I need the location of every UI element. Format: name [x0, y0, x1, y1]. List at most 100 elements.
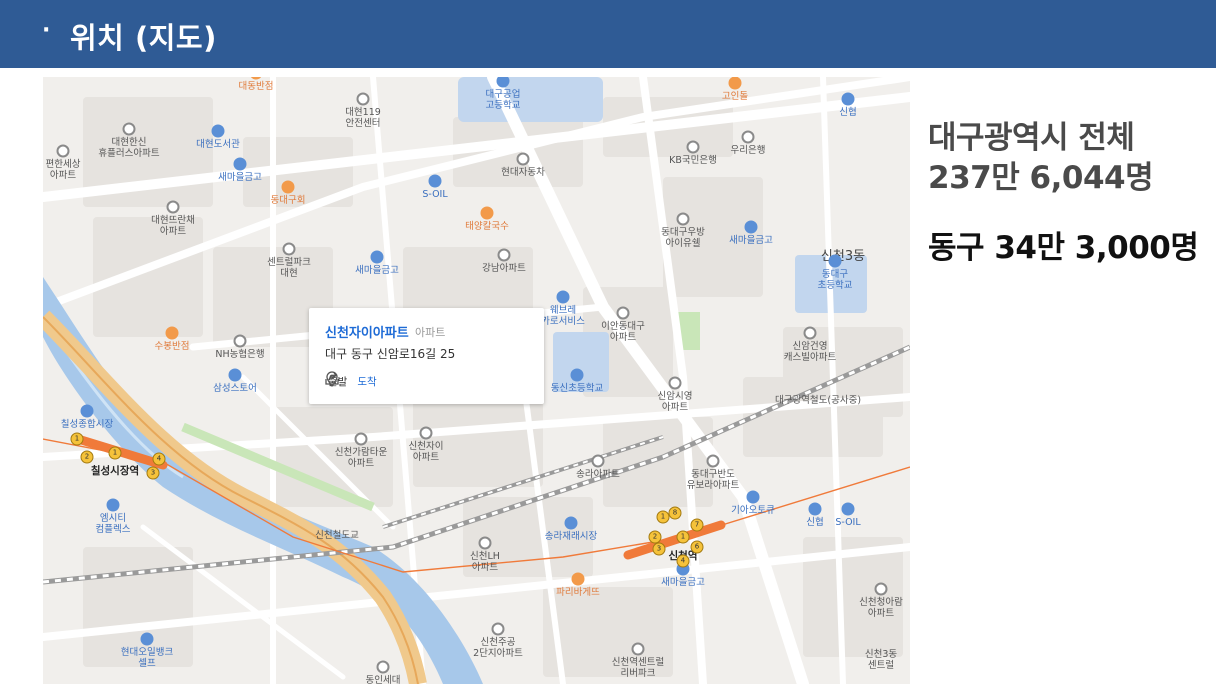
- map-label[interactable]: 대구공업 고등학교: [486, 89, 521, 111]
- map-label[interactable]: 수봉반점: [155, 341, 190, 352]
- car-service-icon[interactable]: [746, 490, 760, 504]
- map-label[interactable]: 신천철도교: [315, 530, 359, 541]
- map-label[interactable]: S-OIL: [835, 517, 860, 528]
- map-label[interactable]: 동대구우방 아이유쉘: [661, 227, 705, 249]
- apartment-icon[interactable]: [478, 536, 492, 550]
- station-exit-badge[interactable]: 7: [690, 518, 704, 532]
- apartment-icon[interactable]: [616, 306, 630, 320]
- bank-icon[interactable]: [744, 220, 758, 234]
- map-label[interactable]: 칠성시장역: [91, 466, 139, 477]
- map-label[interactable]: 신천주공 2단지아파트: [473, 637, 523, 659]
- map-label[interactable]: 태양칼국수: [465, 221, 509, 232]
- map-label[interactable]: 신천LH 아파트: [470, 551, 500, 573]
- map-label[interactable]: 신천3동 센트럴: [865, 649, 897, 671]
- map-label[interactable]: 새마을금고: [218, 172, 262, 183]
- apartment-icon[interactable]: [282, 242, 296, 256]
- map-label[interactable]: 파리바게뜨: [556, 587, 600, 598]
- map-label[interactable]: 센트럴파크 대현: [267, 257, 311, 279]
- school-icon[interactable]: [828, 254, 842, 268]
- place-info-popup[interactable]: 신천자이아파트 아파트 대구 동구 신암로16길 25 출발 도착: [309, 308, 544, 404]
- map-label[interactable]: 대구광역철도(공사중): [775, 395, 861, 406]
- map-label[interactable]: 현대자동차: [501, 167, 545, 178]
- apartment-icon[interactable]: [56, 144, 70, 158]
- map-label[interactable]: 신천자이 아파트: [409, 441, 444, 463]
- map-label[interactable]: NH농협은행: [215, 349, 264, 360]
- apartment-icon[interactable]: [803, 326, 817, 340]
- apartment-icon[interactable]: [354, 432, 368, 446]
- map-label[interactable]: 대동반점: [239, 81, 274, 92]
- place-name[interactable]: 신천자이아파트: [325, 322, 409, 341]
- arrive-button[interactable]: 도착: [352, 371, 381, 393]
- apartment-icon[interactable]: [676, 212, 690, 226]
- map-label[interactable]: 동대구 초등학교: [818, 269, 853, 291]
- apartment-icon[interactable]: [497, 248, 511, 262]
- map-pin-icon[interactable]: [326, 371, 436, 390]
- apartment-icon[interactable]: [376, 660, 390, 674]
- map-label[interactable]: 칠성종합시장: [61, 419, 113, 430]
- map-label[interactable]: 신천역센트럴 리버파크: [612, 657, 664, 679]
- apartment-icon[interactable]: [419, 426, 433, 440]
- bank-icon[interactable]: [808, 502, 822, 516]
- map-label[interactable]: 대현도서관: [196, 139, 240, 150]
- station-exit-badge[interactable]: 3: [146, 466, 160, 480]
- bank-icon[interactable]: [841, 92, 855, 106]
- restaurant-icon[interactable]: [480, 206, 494, 220]
- apartment-icon[interactable]: [874, 582, 888, 596]
- map-label[interactable]: 현대오일뱅크 셀프: [121, 647, 173, 669]
- map-label[interactable]: 동신초등학교: [551, 383, 603, 394]
- apartment-icon[interactable]: [631, 642, 645, 656]
- bank-icon[interactable]: [741, 130, 755, 144]
- gas-station-icon[interactable]: [140, 632, 154, 646]
- map-label[interactable]: 대현한신 휴플러스아파트: [98, 137, 159, 159]
- map-label[interactable]: 신천청아람 아파트: [859, 597, 903, 619]
- station-exit-badge[interactable]: 4: [676, 554, 690, 568]
- map-view[interactable]: 대동반점 대구공업 고등학교 고인돌 신협 대현119 안전센터 대현한신 휴플러스아파트 대현도…: [43, 77, 910, 684]
- share-icon[interactable]: [325, 372, 409, 390]
- map-label[interactable]: 동대구반도 유보라아파트: [687, 469, 739, 491]
- car-dealer-icon[interactable]: [516, 152, 530, 166]
- restaurant-icon[interactable]: [165, 326, 179, 340]
- station-exit-badge[interactable]: 1: [70, 432, 84, 446]
- map-label[interactable]: 새마을금고: [729, 235, 773, 246]
- bank-icon[interactable]: [233, 157, 247, 171]
- bank-icon[interactable]: [370, 250, 384, 264]
- station-exit-badge[interactable]: 3: [652, 542, 666, 556]
- station-exit-badge[interactable]: 4: [152, 452, 166, 466]
- map-label[interactable]: 웨브레 카로서비스: [541, 305, 585, 327]
- map-label[interactable]: 이안동대구 아파트: [601, 321, 645, 343]
- school-icon[interactable]: [570, 368, 584, 382]
- map-label[interactable]: 동대구회: [271, 195, 306, 206]
- bakery-icon[interactable]: [571, 572, 585, 586]
- station-exit-badge[interactable]: 8: [668, 506, 682, 520]
- apartment-icon[interactable]: [166, 200, 180, 214]
- bank-icon[interactable]: [233, 334, 247, 348]
- fire-station-icon[interactable]: [356, 92, 370, 106]
- restaurant-icon[interactable]: [728, 77, 742, 90]
- map-label[interactable]: 대현뜨란채 아파트: [151, 215, 195, 237]
- station-exit-badge[interactable]: 2: [80, 450, 94, 464]
- market-icon[interactable]: [564, 516, 578, 530]
- map-label[interactable]: 새마을금고: [661, 577, 705, 588]
- map-label[interactable]: 신천가람타운 아파트: [335, 447, 387, 469]
- map-label[interactable]: 송라아파트: [576, 469, 620, 480]
- map-label[interactable]: 엠시티 컴플렉스: [96, 513, 131, 535]
- station-exit-badge[interactable]: 1: [676, 530, 690, 544]
- bank-icon[interactable]: [686, 140, 700, 154]
- library-icon[interactable]: [211, 124, 225, 138]
- building-icon[interactable]: [106, 498, 120, 512]
- map-label[interactable]: 고인돌: [722, 91, 748, 102]
- map-label[interactable]: 대현119 안전센터: [345, 107, 381, 129]
- map-label[interactable]: 신암건영 캐스빌아파트: [784, 341, 836, 363]
- map-label[interactable]: 강남아파트: [482, 263, 526, 274]
- apartment-icon[interactable]: [591, 454, 605, 468]
- map-label[interactable]: 새마을금고: [355, 265, 399, 276]
- apartment-icon[interactable]: [668, 376, 682, 390]
- map-label[interactable]: 기아오토큐: [731, 505, 775, 516]
- car-service-icon[interactable]: [556, 290, 570, 304]
- map-label[interactable]: 편한세상 아파트: [46, 159, 81, 181]
- apartment-icon[interactable]: [706, 454, 720, 468]
- map-label[interactable]: 송라재래시장: [545, 531, 597, 542]
- apartment-icon[interactable]: [491, 622, 505, 636]
- apartment-icon[interactable]: [122, 122, 136, 136]
- map-label[interactable]: 동인세대: [366, 675, 401, 684]
